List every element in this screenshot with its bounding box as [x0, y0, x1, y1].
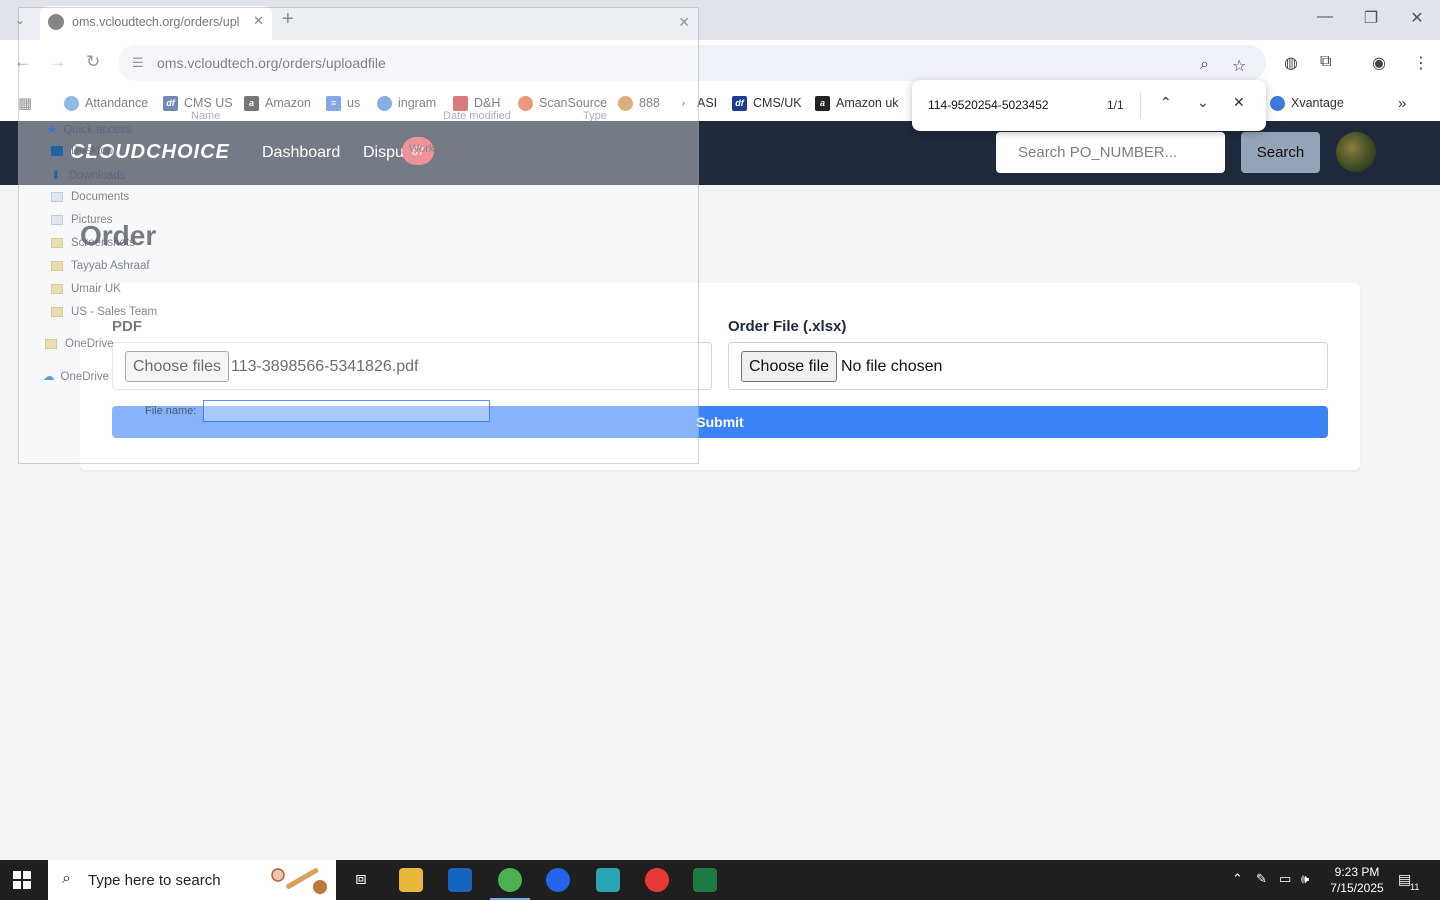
dialog-close-icon[interactable]: ✕ [678, 14, 690, 31]
outlook-icon[interactable] [448, 868, 472, 892]
find-query-input[interactable]: 114-9520254-5023452 [928, 98, 1049, 112]
dialog-file-name-label: File name: [145, 405, 197, 417]
chrome-icon[interactable] [498, 868, 522, 892]
column-date-modified[interactable]: Date modified [443, 110, 511, 122]
bookmark-amazon-uk[interactable]: a Amazon uk [815, 93, 899, 113]
folder-icon [51, 283, 63, 294]
cloud-icon: ☁ [43, 371, 55, 383]
find-bar: 114-9520254-5023452 1/1 ⌃ ⌄ ✕ [912, 80, 1266, 131]
dialog-desktop[interactable]: Desktop [51, 145, 113, 157]
zoom-icon[interactable] [546, 868, 570, 892]
window-close-icon[interactable]: ✕ [1402, 8, 1432, 28]
dialog-tayyab-ashraaf[interactable]: Tayyab Ashraaf [51, 260, 150, 272]
folder-icon [51, 237, 63, 248]
amazon-icon: a [815, 95, 830, 111]
tray-overflow-icon[interactable]: ⌃ [1232, 871, 1243, 887]
avatar[interactable] [1336, 132, 1376, 172]
folder-icon [51, 260, 63, 271]
order-file-status: No file chosen [841, 358, 943, 375]
order-file-input[interactable]: Choose file No file chosen [728, 342, 1328, 390]
star-icon: ★ [47, 124, 58, 136]
dialog-screenshots[interactable]: Screenshots [51, 237, 135, 249]
dialog-us-sales-team[interactable]: US - Sales Team [51, 306, 157, 318]
dialog-downloads[interactable]: ⬇ Downloads [51, 168, 126, 182]
find-divider [1140, 92, 1141, 119]
find-next-icon[interactable]: ⌄ [1197, 94, 1209, 111]
profile-icon[interactable]: ◉ [1372, 53, 1386, 73]
find-close-icon[interactable]: ✕ [1233, 94, 1245, 111]
network-icon[interactable]: ▭ [1279, 871, 1291, 887]
extensions-icon[interactable]: ⧉ [1320, 53, 1331, 71]
taskbar-search-placeholder: Type here to search [88, 872, 221, 889]
app-diamond-icon[interactable] [596, 868, 620, 892]
bookmark-cms-uk[interactable]: df CMS/UK [732, 93, 802, 113]
dialog-sidebar: ★ Quick access Desktop ⬇ Downloads Documen… [19, 122, 169, 397]
dialog-onedrive[interactable]: ☁ OneDrive [43, 369, 109, 383]
menu-kebab-icon[interactable]: ⋮ [1413, 53, 1429, 73]
dialog-documents[interactable]: Documents [51, 191, 129, 203]
file-dialog-overlay: ✕ Name Date modified Type Working on it.… [18, 7, 699, 464]
column-type[interactable]: Type [583, 110, 607, 122]
clock[interactable]: 9:23 PM 7/15/2025 [1322, 864, 1392, 896]
volume-icon[interactable]: 🕪 [1301, 871, 1309, 887]
restore-icon[interactable]: ❐ [1356, 8, 1386, 28]
dialog-file-name-input[interactable] [203, 400, 490, 422]
dialog-status: Working on it... [409, 143, 483, 155]
notifications-count: 11 [1410, 882, 1420, 892]
file-explorer-icon[interactable] [399, 868, 423, 892]
windows-start-icon[interactable] [13, 871, 31, 889]
find-previous-icon[interactable]: ⌃ [1160, 94, 1172, 111]
documents-icon [51, 191, 63, 202]
task-view-icon[interactable]: ⧈ [349, 868, 373, 892]
clock-date: 7/15/2025 [1330, 881, 1384, 895]
download-arrow-icon: ⬇ [51, 170, 61, 182]
tray-app-icon[interactable]: ✎ [1256, 871, 1267, 887]
dialog-pictures[interactable]: Pictures [51, 214, 113, 226]
search-icon: ⌕ [62, 870, 71, 887]
dialog-quick-access[interactable]: ★ Quick access [47, 122, 132, 136]
excel-icon[interactable] [693, 868, 717, 892]
chrome-profile-icon[interactable] [645, 868, 669, 892]
dialog-umair-uk[interactable]: Umair UK [51, 283, 121, 295]
bookmark-icon [1270, 95, 1285, 111]
column-name[interactable]: Name [191, 110, 220, 122]
bookmark-xvantage[interactable]: Xvantage [1270, 93, 1344, 113]
order-choose-file-button[interactable]: Choose file [741, 351, 838, 382]
find-in-page-icon[interactable]: ⌕ [1200, 56, 1209, 74]
search-button[interactable]: Search [1241, 132, 1320, 173]
taskbar: ⌕ Type here to search ⧈ ⌃ ✎ ▭ 🕪 9:23 PM … [0, 860, 1440, 900]
dialog-onedrive-personal[interactable]: OneDrive [45, 338, 114, 350]
folder-icon [45, 338, 57, 349]
find-match-count: 1/1 [1107, 98, 1124, 112]
desktop-icon [51, 145, 63, 156]
search-highlight-art-icon [271, 868, 327, 894]
clock-time: 9:23 PM [1334, 865, 1380, 879]
folder-icon [51, 306, 63, 317]
po-search-input[interactable] [996, 132, 1225, 173]
pictures-icon [51, 214, 63, 225]
minimize-icon[interactable]: — [1310, 8, 1340, 26]
bookmark-star-icon[interactable]: ☆ [1232, 56, 1246, 76]
translate-globe-icon[interactable]: ◍ [1284, 53, 1298, 73]
order-file-label: Order File (.xlsx) [728, 318, 847, 335]
bookmark-icon: df [732, 95, 747, 111]
taskbar-search-box[interactable]: ⌕ Type here to search [48, 860, 336, 900]
more-bookmarks-icon[interactable]: » [1398, 93, 1406, 113]
